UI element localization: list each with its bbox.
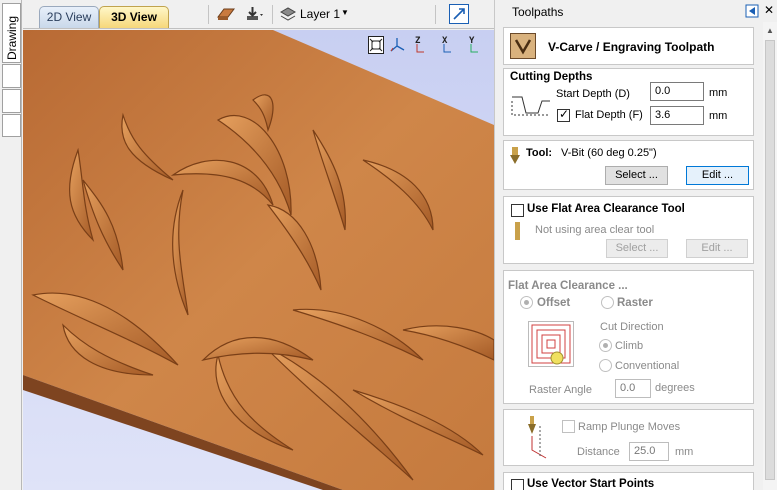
toolpaths-panel: Toolpaths ✕ ▲ V-Carve / Engraving Toolpa… [501,0,777,490]
flat-area-tool-header: Use Flat Area Clearance Tool [527,203,685,215]
cutting-depths-box: Cutting Depths Start Depth (D) 0.0 mm ✓ … [503,68,754,136]
scroll-up-icon[interactable]: ▲ [766,26,774,35]
carved-board-preview [23,30,494,490]
cut-direction-label: Cut Direction [600,321,664,333]
ramp-plunge-checkbox[interactable] [562,420,575,433]
ramp-plunge-label: Ramp Plunge Moves [578,421,681,433]
tab-2d-view[interactable]: 2D View [39,6,99,28]
flat-depth-checkbox[interactable]: ✓ [557,107,570,122]
layers-icon[interactable] [279,5,299,23]
raster-angle-unit: degrees [655,382,695,394]
flat-area-clearance-header: Flat Area Clearance ... [508,280,628,292]
area-tool-icon [515,222,520,240]
ramp-distance-field[interactable]: 25.0 [629,442,669,461]
tab-blank-2[interactable] [2,89,21,113]
flat-depth-unit: mm [709,110,728,122]
iso-view-icon[interactable] [388,36,408,54]
tool-label: Tool: [526,147,553,159]
flat-depth-field[interactable]: 3.6 [650,106,704,125]
offset-label: Offset [537,297,571,309]
offset-radio[interactable] [520,296,533,309]
conventional-radio[interactable] [599,359,612,372]
raster-angle-field[interactable]: 0.0 [615,379,651,398]
panel-scrollbar[interactable]: ▲ [763,22,777,490]
tab-drawing[interactable]: Drawing [2,3,21,63]
tab-blank-3[interactable] [2,114,21,137]
flat-area-tool-status: Not using area clear tool [535,224,655,236]
toolpath-title: V-Carve / Engraving Toolpath [548,40,715,54]
conventional-label: Conventional [615,360,680,372]
pin-icon[interactable] [745,4,759,18]
layer-selector[interactable]: Layer 1 [300,7,340,21]
climb-label: Climb [615,340,644,352]
import-dropdown-icon[interactable] [245,5,265,23]
panel-title: Toolpaths [512,5,564,19]
flat-area-tool-checkbox[interactable] [511,204,524,217]
raster-label: Raster [617,297,653,309]
view-toolbar: 2D View 3D View Layer 1 ▼ [23,0,497,29]
offset-pattern-icon [528,321,574,367]
zoom-extents-icon[interactable] [368,36,384,54]
vector-start-header: Use Vector Start Points [527,478,655,490]
area-tool-edit-button[interactable]: Edit ... [686,239,748,258]
v-carve-icon [510,33,536,59]
tab-3d-view[interactable]: 3D View [99,6,169,28]
fullscreen-icon[interactable] [449,4,469,24]
depth-diagram-icon [510,91,550,121]
ramp-distance-unit: mm [675,446,694,458]
raster-angle-label: Raster Angle [529,384,592,396]
view-y-button[interactable]: Y [469,36,489,54]
close-icon[interactable]: ✕ [764,3,774,17]
cutting-depths-header: Cutting Depths [510,71,593,83]
toolpath-title-box: V-Carve / Engraving Toolpath [503,27,754,65]
panel-splitter[interactable] [494,0,501,490]
toolbar-separator [435,5,436,24]
chevron-down-icon[interactable]: ▼ [341,8,349,17]
ramp-distance-label: Distance [577,446,620,458]
start-depth-label: Start Depth (D) [556,88,630,100]
view-x-button[interactable]: X [442,36,462,54]
view-z-button[interactable]: Z [415,36,435,54]
left-tab-strip: Drawing [0,0,22,490]
3d-viewport[interactable]: Z X Y [23,30,494,490]
flat-area-tool-box: Use Flat Area Clearance Tool Not using a… [503,196,754,264]
tool-select-button[interactable]: Select ... [605,166,668,185]
toolbar-separator [272,5,273,24]
tool-box: Tool: V-Bit (60 deg 0.25") Select ... Ed… [503,140,754,190]
climb-radio[interactable] [599,339,612,352]
start-depth-unit: mm [709,87,728,99]
scrollbar-thumb[interactable] [765,40,775,480]
flat-depth-label: Flat Depth (F) [575,109,643,121]
tab-drawing-label: Drawing [5,15,19,60]
ramp-diagram-icon [518,416,548,460]
tool-bit-icon [509,147,521,168]
raster-radio[interactable] [601,296,614,309]
tool-edit-button[interactable]: Edit ... [686,166,749,185]
area-tool-select-button[interactable]: Select ... [606,239,668,258]
tab-blank-1[interactable] [2,64,21,88]
tool-name: V-Bit (60 deg 0.25") [561,147,657,159]
flat-area-clearance-box: Flat Area Clearance ... Offset Raster Cu… [503,270,754,404]
material-icon[interactable] [216,5,236,23]
vector-start-checkbox[interactable] [511,479,524,490]
toolbar-separator [208,5,209,24]
vector-start-box: Use Vector Start Points [503,472,754,490]
ramp-box: Ramp Plunge Moves Distance 25.0 mm [503,409,754,466]
start-depth-field[interactable]: 0.0 [650,82,704,101]
